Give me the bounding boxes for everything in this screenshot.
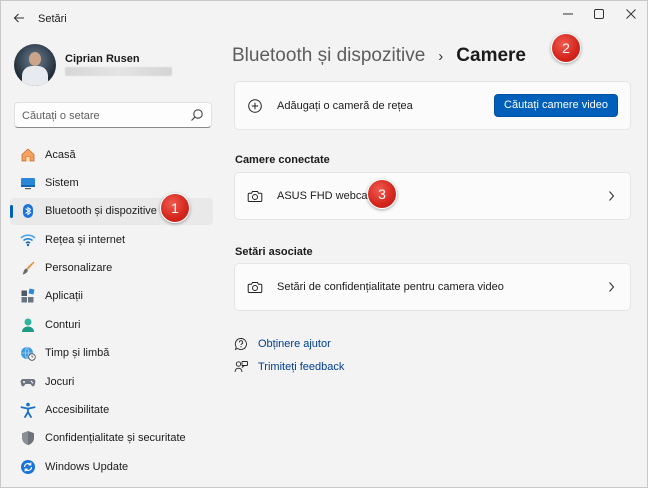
app-title: Setări [38, 13, 67, 25]
close-icon[interactable] [616, 5, 646, 23]
sidebar-item-windows-update[interactable]: Windows Update [10, 453, 213, 480]
callout-badge: 2 [551, 33, 581, 63]
accessibility-icon [19, 402, 36, 419]
sidebar-item-label: Accesibilitate [45, 404, 110, 417]
home-icon [19, 146, 36, 163]
bluetooth-icon [19, 203, 36, 220]
chevron-right-icon [609, 282, 615, 292]
user-name: Ciprian Rusen [65, 53, 140, 65]
back-arrow-icon[interactable] [9, 8, 29, 28]
get-help-label[interactable]: Obținere ajutor [258, 338, 331, 350]
search-icon[interactable] [190, 108, 204, 122]
search-box[interactable] [14, 102, 212, 128]
callout-badge: 3 [367, 179, 397, 209]
help-chat-icon [234, 338, 247, 351]
brush-icon [19, 260, 36, 277]
section-title-connected-cameras: Camere conectate [235, 154, 330, 166]
sidebar-item-privacy-security[interactable]: Confidențialitate și securitate [10, 425, 213, 452]
sidebar-item-label: Rețea și internet [45, 233, 126, 246]
sidebar-item-label: Bluetooth și dispozitive [45, 205, 157, 218]
sidebar-item-label: Windows Update [45, 460, 129, 473]
add-network-camera-card: Adăugați o cameră de rețea Căutați camer… [234, 81, 631, 130]
page-title: Camere [456, 45, 526, 66]
camera-icon [247, 282, 263, 293]
sidebar-nav: Acasă Sistem Bluetooth și dispozitive Re… [10, 141, 213, 482]
add-circle-icon [248, 98, 262, 113]
sidebar-item-network[interactable]: Rețea și internet [10, 226, 213, 253]
title-bar: Setări [1, 1, 647, 35]
user-email-blurred [65, 67, 172, 76]
sidebar-item-system[interactable]: Sistem [10, 169, 213, 196]
apps-icon [19, 288, 36, 305]
update-icon [19, 458, 36, 475]
globe-clock-icon [19, 345, 36, 362]
sidebar-item-accessibility[interactable]: Accesibilitate [10, 397, 213, 424]
feedback-icon [234, 361, 248, 373]
breadcrumb-parent[interactable]: Bluetooth și dispozitive [232, 45, 425, 67]
sidebar-item-label: Jocuri [45, 375, 75, 388]
minimize-icon[interactable] [553, 5, 583, 23]
gamepad-icon [19, 373, 36, 390]
shield-icon [19, 430, 36, 447]
sidebar-item-home[interactable]: Acasă [10, 141, 213, 168]
breadcrumb-separator: › [438, 47, 444, 65]
section-title-related-settings: Setări asociate [235, 246, 313, 258]
sidebar-item-label: Sistem [45, 176, 79, 189]
sidebar-item-apps[interactable]: Aplicații [10, 283, 213, 310]
sidebar-item-personalization[interactable]: Personalizare [10, 255, 213, 282]
system-icon [19, 174, 36, 191]
search-input[interactable] [22, 107, 187, 124]
sidebar-item-time-language[interactable]: Timp și limbă [10, 340, 213, 367]
settings-window: Setări Ciprian Rusen Acasă [0, 0, 648, 488]
sidebar-item-label: Conturi [45, 318, 81, 331]
sidebar-item-accounts[interactable]: Conturi [10, 311, 213, 338]
callout-badge: 1 [160, 193, 190, 223]
add-network-camera-label: Adăugați o cameră de rețea [277, 99, 413, 112]
camera-icon [247, 191, 263, 202]
send-feedback-label[interactable]: Trimiteți feedback [258, 361, 344, 373]
webcam-name: ASUS FHD webcam [277, 190, 377, 202]
search-cameras-button[interactable]: Căutați camere video [494, 94, 618, 117]
sidebar-item-label: Confidențialitate și securitate [45, 432, 186, 445]
maximize-icon[interactable] [584, 5, 614, 23]
account-icon [19, 316, 36, 333]
camera-privacy-settings-item[interactable]: Setări de confidențialitate pentru camer… [234, 263, 631, 311]
get-help-link[interactable]: Obținere ajutor [234, 336, 331, 352]
sidebar-item-gaming[interactable]: Jocuri [10, 368, 213, 395]
wifi-icon [19, 231, 36, 248]
sidebar-item-label: Timp și limbă [45, 347, 110, 360]
avatar[interactable] [14, 44, 56, 86]
sidebar-item-label: Aplicații [45, 290, 83, 303]
camera-privacy-label: Setări de confidențialitate pentru camer… [277, 281, 504, 293]
chevron-right-icon [609, 191, 615, 201]
send-feedback-link[interactable]: Trimiteți feedback [234, 359, 344, 375]
sidebar-item-label: Acasă [45, 148, 76, 161]
webcam-item[interactable]: ASUS FHD webcam [234, 172, 631, 220]
breadcrumb: Bluetooth și dispozitive › Camere [232, 42, 526, 70]
sidebar-item-label: Personalizare [45, 262, 113, 275]
